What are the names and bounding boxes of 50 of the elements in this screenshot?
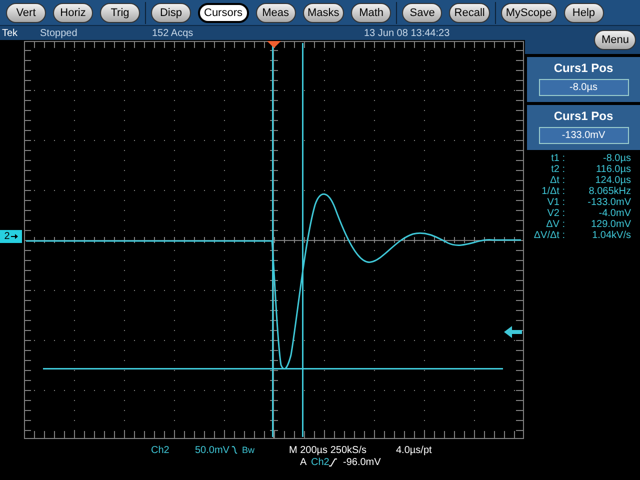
value-field[interactable]: -133.0mV [538, 127, 628, 144]
measurement-label: ΔV : [545, 219, 566, 230]
measurement-value: -4.0mV [598, 208, 631, 219]
control-title: Curs1 Pos [554, 109, 614, 123]
measurement-value: -8.0µs [602, 153, 631, 164]
menu-button[interactable]: Vert [6, 2, 46, 22]
trigger-level: -96.0mV [343, 456, 381, 468]
trigger-channel: Ch2 [311, 456, 329, 468]
arrow-icon [10, 233, 18, 240]
brand-label: Tek [2, 28, 19, 38]
menu-button[interactable]: Trig [100, 2, 140, 22]
trigger-level-icon [504, 326, 522, 338]
menu-button[interactable]: Disp [151, 2, 191, 22]
menu-button[interactable]: Horiz [53, 2, 93, 22]
measurement-label: t1 : [550, 153, 566, 164]
menu-button[interactable]: Meas [256, 2, 296, 22]
trigger-label: A [300, 456, 308, 468]
value-field[interactable]: -8.0µs [538, 79, 628, 96]
timebase-label: M 200µs 250kS/s [289, 444, 368, 456]
coupling-icon [231, 445, 238, 455]
measurement-label: V2 : [546, 208, 566, 219]
measurement-label: ΔV/Δt : [532, 230, 566, 241]
menu-button[interactable]: Help [564, 2, 604, 22]
measurement-value: 8.065kHz [588, 186, 631, 197]
resolution-label: 4.0µs/pt [396, 444, 432, 456]
date-time: 13 Jun 08 13:44:23 [364, 28, 450, 38]
menu-button[interactable]: MyScope [500, 2, 557, 22]
measurement-value: 1.04kV/s [591, 230, 631, 241]
acquisition-count: 152 Acqs [152, 28, 194, 38]
menu-button[interactable]: Masks [302, 2, 344, 22]
measurement-label: Δt : [548, 175, 566, 186]
measurement-label: 1/Δt : [540, 186, 566, 197]
channel-scale: 50.0mV [195, 444, 230, 456]
menu-button[interactable]: Cursors [198, 2, 249, 22]
measurement-label: V1 : [546, 197, 566, 208]
measurement-value: 129.0mV [590, 219, 631, 230]
measurement-value: -133.0mV [586, 197, 631, 208]
channel-label: Ch2 [151, 444, 170, 456]
menu-button[interactable]: Math [351, 2, 392, 22]
control-title: Curs1 Pos [554, 61, 614, 75]
menu-button[interactable]: Menu [594, 30, 636, 50]
menu-button[interactable]: Save [402, 2, 442, 22]
acquisition-state: Stopped [40, 28, 78, 38]
rising-slope-icon [329, 457, 337, 467]
measurement-value: 124.0µs [594, 175, 631, 186]
measurement-value: 116.0µs [594, 164, 631, 175]
measurement-label: t2 : [550, 164, 566, 175]
menu-button[interactable]: Recall [449, 2, 490, 22]
bandwidth-limit-label: Bw [242, 445, 256, 455]
channel-marker: 2 [0, 230, 22, 243]
